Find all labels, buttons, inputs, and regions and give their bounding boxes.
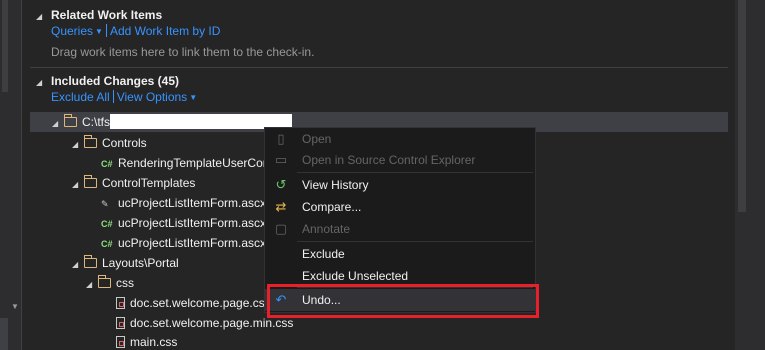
tree-item-rendering-template[interactable]: C# RenderingTemplateUserCon <box>101 153 269 173</box>
expand-triangle-icon[interactable]: ◢ <box>72 255 84 275</box>
menu-separator <box>297 241 533 242</box>
included-changes-header[interactable]: ◢ Included Changes (45) <box>36 74 179 88</box>
undo-highlight-box <box>267 284 539 318</box>
history-icon: ↺ <box>275 177 287 192</box>
included-changes-title: Included Changes (45) <box>51 74 180 88</box>
expand-triangle-icon[interactable]: ◢ <box>52 114 64 134</box>
collapse-triangle-icon[interactable]: ◢ <box>36 12 46 21</box>
tree-item-css-file[interactable]: main.css <box>116 332 177 350</box>
right-scrollbar[interactable] <box>735 0 765 350</box>
related-work-items-links: Queries ▼ Add Work Item by ID <box>51 24 220 38</box>
file-edit-icon: ✎ <box>101 199 109 209</box>
chevron-down-icon: ▼ <box>189 93 198 102</box>
drag-work-items-hint: Drag work items here to link them to the… <box>51 45 315 59</box>
menu-item-open-source-control-explorer[interactable]: ▭ Open in Source Control Explorer <box>265 149 535 171</box>
chevron-down-icon: ▼ <box>95 27 103 36</box>
link-separator <box>112 90 114 103</box>
menu-item-exclude[interactable]: Exclude <box>265 243 535 265</box>
tree-item-css-folder[interactable]: ◢ css <box>86 273 134 293</box>
file-label: ucProjectListItemForm.ascx <box>118 196 267 210</box>
csharp-file-add-icon: C# <box>101 239 113 249</box>
csharp-file-add-icon: C# <box>101 159 113 169</box>
css-file-icon <box>116 297 125 309</box>
related-work-items-title: Related Work Items <box>51 8 163 22</box>
expand-triangle-icon[interactable]: ◢ <box>72 175 84 195</box>
csharp-file-add-icon: C# <box>101 219 113 229</box>
folder-label: Controls <box>102 136 147 150</box>
left-panel-strip: ▼ <box>0 0 22 350</box>
tree-item-css-file[interactable]: doc.set.welcome.page.css <box>116 293 271 313</box>
menu-item-annotate[interactable]: ▢ Annotate <box>265 218 535 240</box>
related-work-items-header[interactable]: ◢ Related Work Items <box>36 8 162 22</box>
link-separator <box>105 24 107 37</box>
left-edge-marker <box>0 318 8 350</box>
expand-triangle-icon[interactable]: ◢ <box>72 135 84 155</box>
menu-item-view-history[interactable]: ↺ View History <box>265 174 535 196</box>
menu-separator <box>297 172 533 173</box>
file-label: doc.set.welcome.page.min.css <box>130 316 294 330</box>
view-options-link[interactable]: View Options ▼ <box>117 90 197 104</box>
folder-icon <box>84 255 97 268</box>
exclude-all-link[interactable]: Exclude All <box>51 90 110 104</box>
file-label: doc.set.welcome.page.css <box>130 296 271 310</box>
compare-icon: ⇄ <box>275 199 287 214</box>
file-label: RenderingTemplateUserCon <box>118 156 270 170</box>
menu-item-compare[interactable]: ⇄ Compare... <box>265 196 535 218</box>
folder-icon <box>84 175 97 188</box>
right-scrollbar-thumb[interactable] <box>738 0 746 212</box>
tree-item-file-add[interactable]: C# ucProjectListItemForm.ascx <box>101 213 266 233</box>
queries-link[interactable]: Queries ▼ <box>51 24 103 38</box>
tree-item-file-edit[interactable]: ✎ ucProjectListItemForm.ascx <box>101 193 266 213</box>
open-file-icon: ▯ <box>277 131 285 146</box>
folder-label: ControlTemplates <box>102 176 196 190</box>
scroll-down-arrow-icon[interactable]: ▼ <box>11 302 19 311</box>
css-file-icon <box>116 336 125 348</box>
folder-label: Layouts\Portal <box>102 256 179 270</box>
file-label: main.css <box>130 335 178 349</box>
folder-label: css <box>116 276 134 290</box>
add-work-item-by-id-link[interactable]: Add Work Item by ID <box>110 24 220 38</box>
annotate-icon: ▢ <box>274 221 288 236</box>
root-path-label: C:\tfs <box>82 115 111 129</box>
included-changes-links: Exclude All View Options ▼ <box>51 90 197 104</box>
source-control-explorer-icon: ▭ <box>274 152 288 167</box>
folder-icon <box>84 135 97 148</box>
collapse-triangle-icon[interactable]: ◢ <box>36 78 46 87</box>
left-scrollbar-thumb[interactable] <box>2 0 8 92</box>
folder-icon <box>98 275 111 288</box>
menu-item-open[interactable]: ▯ Open <box>265 128 535 150</box>
file-label: ucProjectListItemForm.ascx <box>118 236 267 250</box>
tree-item-file-add[interactable]: C# ucProjectListItemForm.ascx <box>101 233 266 253</box>
css-file-icon <box>116 317 125 329</box>
section-divider <box>30 67 728 68</box>
folder-icon <box>64 114 77 127</box>
expand-triangle-icon[interactable]: ◢ <box>86 275 98 295</box>
file-label: ucProjectListItemForm.ascx <box>118 216 267 230</box>
tree-item-controls[interactable]: ◢ Controls <box>72 133 147 153</box>
tree-item-layouts-portal[interactable]: ◢ Layouts\Portal <box>72 253 179 273</box>
tree-item-control-templates[interactable]: ◢ ControlTemplates <box>72 173 195 193</box>
